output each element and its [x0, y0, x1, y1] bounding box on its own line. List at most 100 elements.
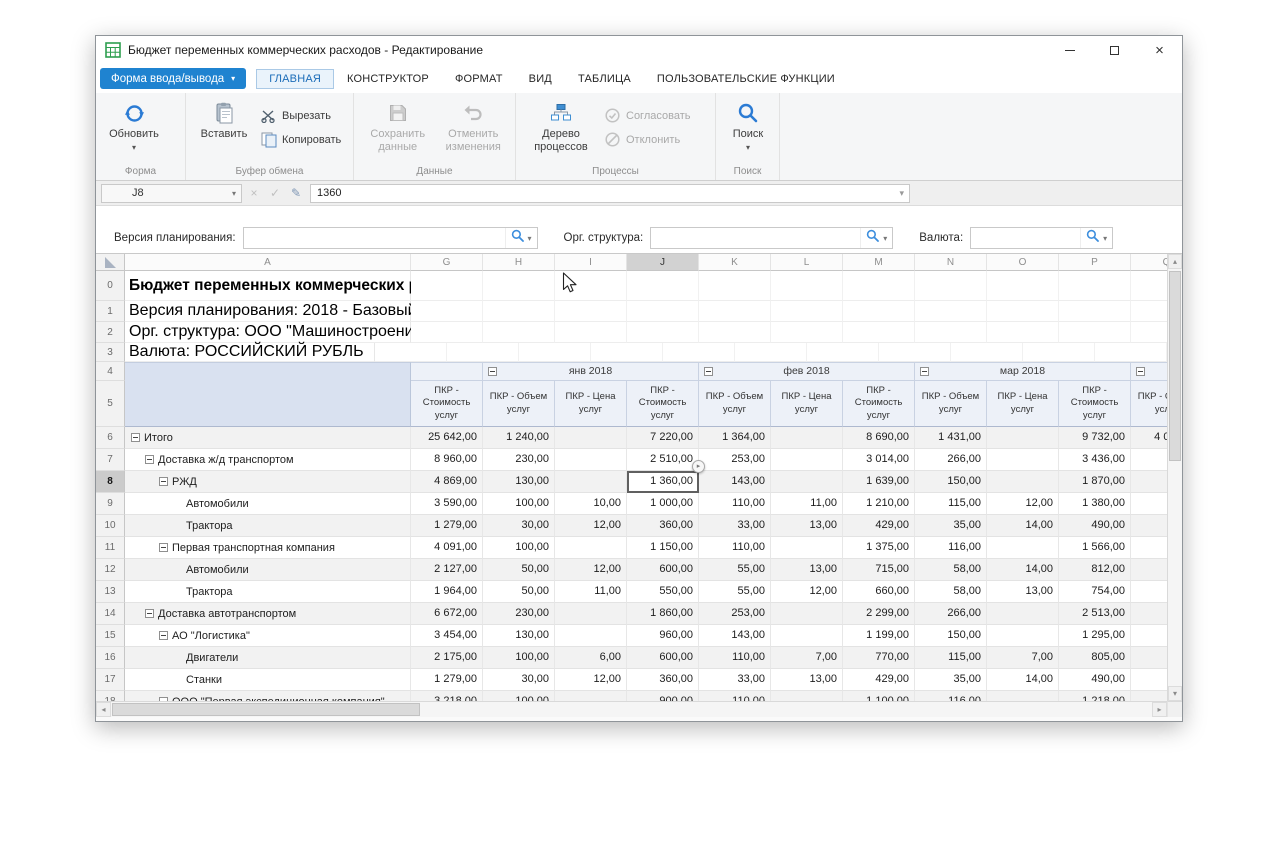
- cell-P12[interactable]: 812,00: [1059, 559, 1131, 581]
- cell-P10[interactable]: 490,00: [1059, 515, 1131, 537]
- cell-P16[interactable]: 805,00: [1059, 647, 1131, 669]
- cell-L15[interactable]: [771, 625, 843, 647]
- cell-Q15[interactable]: [1131, 625, 1167, 647]
- cell[interactable]: [411, 322, 483, 343]
- form-io-button[interactable]: Форма ввода/вывода ▾: [100, 68, 246, 89]
- cell-H9[interactable]: 100,00: [483, 493, 555, 515]
- cell-L11[interactable]: [771, 537, 843, 559]
- cell[interactable]: [699, 271, 771, 301]
- vertical-scrollbar[interactable]: ▴ ▾: [1167, 254, 1182, 701]
- cell-H15[interactable]: 130,00: [483, 625, 555, 647]
- cell-I13[interactable]: 11,00: [555, 581, 627, 603]
- cell-J16[interactable]: 600,00: [627, 647, 699, 669]
- cell-N13[interactable]: 58,00: [915, 581, 987, 603]
- cell-I16[interactable]: 6,00: [555, 647, 627, 669]
- cell-O15[interactable]: [987, 625, 1059, 647]
- cell-K14[interactable]: 253,00: [699, 603, 771, 625]
- select-all-corner[interactable]: [96, 254, 125, 271]
- cell[interactable]: [699, 322, 771, 343]
- cell-reference-box[interactable]: J8 ▾: [101, 184, 242, 203]
- cell[interactable]: [843, 301, 915, 322]
- collapse-button[interactable]: [159, 543, 168, 552]
- cell-I11[interactable]: [555, 537, 627, 559]
- cell[interactable]: [843, 322, 915, 343]
- row-header-7[interactable]: 7: [96, 449, 125, 471]
- column-header-M[interactable]: M: [843, 254, 915, 271]
- cell-O16[interactable]: 7,00: [987, 647, 1059, 669]
- cell-J9[interactable]: 1 000,00: [627, 493, 699, 515]
- cell[interactable]: [915, 322, 987, 343]
- cell[interactable]: [447, 343, 519, 362]
- row-label-cell[interactable]: Итого: [125, 427, 411, 449]
- cell-H7[interactable]: 230,00: [483, 449, 555, 471]
- org-structure-input[interactable]: ▾: [650, 227, 893, 249]
- cell-Q10[interactable]: [1131, 515, 1167, 537]
- cell-K17[interactable]: 33,00: [699, 669, 771, 691]
- cell[interactable]: [1095, 343, 1167, 362]
- row-header-5[interactable]: 5: [96, 381, 125, 427]
- horizontal-scrollbar[interactable]: ◂ ▸: [96, 701, 1167, 717]
- cell-G10[interactable]: 1 279,00: [411, 515, 483, 537]
- column-header-K[interactable]: K: [699, 254, 771, 271]
- column-header-P[interactable]: P: [1059, 254, 1131, 271]
- row-header-3[interactable]: 3: [96, 343, 125, 362]
- close-button[interactable]: ×: [1137, 36, 1182, 64]
- cell-I18[interactable]: [555, 691, 627, 701]
- chevron-down-icon[interactable]: ▾: [883, 234, 887, 243]
- cell-J17[interactable]: 360,00: [627, 669, 699, 691]
- collapse-button[interactable]: [145, 609, 154, 618]
- cell-O18[interactable]: [987, 691, 1059, 701]
- cell-K18[interactable]: 110,00: [699, 691, 771, 701]
- column-header-I[interactable]: I: [555, 254, 627, 271]
- cell-H16[interactable]: 100,00: [483, 647, 555, 669]
- row-header-17[interactable]: 17: [96, 669, 125, 691]
- collapse-button[interactable]: [159, 477, 168, 486]
- cell-I9[interactable]: 10,00: [555, 493, 627, 515]
- cell-M12[interactable]: 715,00: [843, 559, 915, 581]
- cell[interactable]: [1059, 322, 1131, 343]
- scroll-right-icon[interactable]: ▸: [1152, 702, 1167, 717]
- column-header-L[interactable]: L: [771, 254, 843, 271]
- row-header-4[interactable]: 4: [96, 362, 125, 381]
- maximize-button[interactable]: [1092, 36, 1137, 64]
- cell-L7[interactable]: [771, 449, 843, 471]
- collapse-button[interactable]: [159, 631, 168, 640]
- column-header-N[interactable]: N: [915, 254, 987, 271]
- cell-Q12[interactable]: [1131, 559, 1167, 581]
- cell-M15[interactable]: 1 199,00: [843, 625, 915, 647]
- cell-J6[interactable]: 7 220,00: [627, 427, 699, 449]
- row-header-13[interactable]: 13: [96, 581, 125, 603]
- cell-K8[interactable]: 143,00: [699, 471, 771, 493]
- row-header-1[interactable]: 1: [96, 301, 125, 322]
- cell-I6[interactable]: [555, 427, 627, 449]
- cell-P7[interactable]: 3 436,00: [1059, 449, 1131, 471]
- cell-L17[interactable]: 13,00: [771, 669, 843, 691]
- cell-O10[interactable]: 14,00: [987, 515, 1059, 537]
- row-header-14[interactable]: 14: [96, 603, 125, 625]
- collapse-button[interactable]: [145, 455, 154, 464]
- cell[interactable]: [483, 301, 555, 322]
- cell[interactable]: [1059, 271, 1131, 301]
- cell[interactable]: [807, 343, 879, 362]
- cell[interactable]: [627, 271, 699, 301]
- cell-L13[interactable]: 12,00: [771, 581, 843, 603]
- row-header-8[interactable]: 8: [96, 471, 125, 493]
- cell-K13[interactable]: 55,00: [699, 581, 771, 603]
- cell-G16[interactable]: 2 175,00: [411, 647, 483, 669]
- cell[interactable]: [663, 343, 735, 362]
- cell-J12[interactable]: 600,00: [627, 559, 699, 581]
- cell-M14[interactable]: 2 299,00: [843, 603, 915, 625]
- cell-P11[interactable]: 1 566,00: [1059, 537, 1131, 559]
- cell-N17[interactable]: 35,00: [915, 669, 987, 691]
- cell-L16[interactable]: 7,00: [771, 647, 843, 669]
- cell-N10[interactable]: 35,00: [915, 515, 987, 537]
- row-label-cell[interactable]: Станки: [125, 669, 411, 691]
- cell-P18[interactable]: 1 218,00: [1059, 691, 1131, 701]
- row-header-12[interactable]: 12: [96, 559, 125, 581]
- cell-O13[interactable]: 13,00: [987, 581, 1059, 603]
- cell[interactable]: [771, 271, 843, 301]
- cell-H6[interactable]: 1 240,00: [483, 427, 555, 449]
- process-tree-button[interactable]: Дерево процессов: [522, 99, 600, 153]
- cell[interactable]: [555, 301, 627, 322]
- cell-K7[interactable]: 253,00: [699, 449, 771, 471]
